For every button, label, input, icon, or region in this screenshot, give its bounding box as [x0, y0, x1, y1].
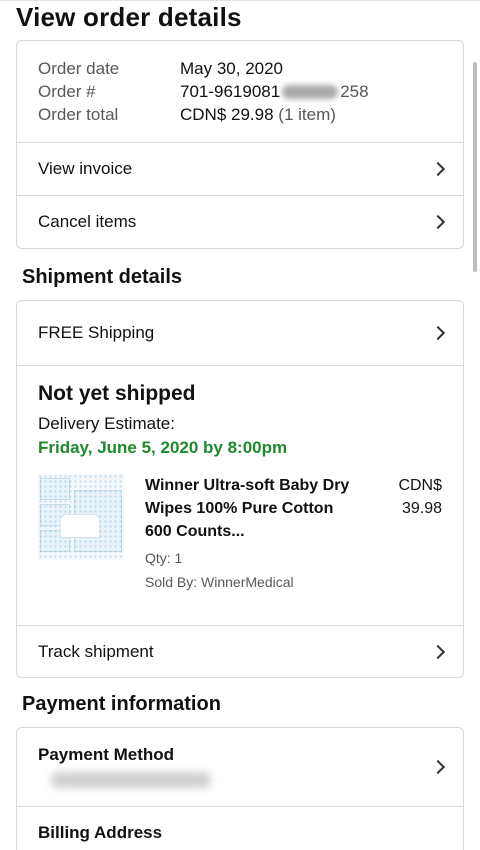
product-price-currency: CDN$: [398, 477, 442, 494]
payment-method-label: Payment Method: [38, 745, 175, 764]
free-shipping-row[interactable]: FREE Shipping: [17, 301, 463, 365]
order-number-prefix: 701-9619081: [180, 81, 281, 101]
product-qty: Qty: 1: [145, 550, 183, 566]
payment-method-row[interactable]: Payment Method: [17, 728, 463, 806]
product-title[interactable]: Winner Ultra-soft Baby Dry Wipes 100% Pu…: [145, 474, 355, 543]
order-number-suffix: 258: [340, 81, 369, 101]
track-shipment-row[interactable]: Track shipment: [17, 625, 463, 677]
order-date-label: Order date: [38, 58, 120, 78]
chevron-right-icon: [430, 161, 446, 177]
order-info: Order date May 30, 2020 Order # 701-9619…: [17, 41, 463, 142]
image-tissue: [60, 514, 100, 538]
redacted-blur: [51, 772, 211, 788]
view-invoice-row[interactable]: View invoice: [17, 142, 463, 195]
billing-address-row[interactable]: Billing Address: [17, 806, 463, 846]
order-number-line: Order # 701-9619081 258: [38, 80, 463, 103]
order-date-line: Order date May 30, 2020: [38, 57, 463, 80]
chevron-right-icon: [430, 644, 446, 659]
billing-address-label: Billing Address: [38, 823, 163, 842]
shipment-card: FREE Shipping Not yet shipped Delivery E…: [16, 300, 464, 678]
order-number-value: 701-9619081 258: [180, 82, 369, 102]
product-price: CDN$ 39.98: [382, 474, 442, 520]
order-summary-card: Order date May 30, 2020 Order # 701-9619…: [16, 40, 464, 249]
shipment-status-block: Not yet shipped Delivery Estimate: Frida…: [17, 365, 463, 625]
product-price-value: 39.98: [401, 500, 442, 517]
track-shipment-label: Track shipment: [38, 641, 154, 661]
order-total-value: CDN$ 29.98 (1 item): [180, 105, 336, 125]
scrollbar[interactable]: [473, 62, 477, 272]
cancel-items-row[interactable]: Cancel items: [17, 195, 463, 248]
chevron-right-icon: [430, 325, 446, 341]
product-seller: Sold By: WinnerMedical: [145, 574, 294, 590]
top-divider: [0, 0, 480, 1]
product-item[interactable]: Winner Ultra-soft Baby Dry Wipes 100% Pu…: [38, 474, 442, 594]
shipment-status: Not yet shipped: [38, 382, 196, 405]
payment-card: Payment Method Billing Address: [16, 727, 464, 850]
order-total-line: Order total CDN$ 29.98 (1 item): [38, 103, 463, 126]
cancel-items-label: Cancel items: [38, 212, 137, 231]
free-shipping-label: FREE Shipping: [38, 323, 155, 342]
order-date-value: May 30, 2020: [180, 58, 284, 78]
shipment-section-title: Shipment details: [22, 266, 183, 288]
order-total-items: (1 item): [278, 104, 336, 124]
payment-section-title: Payment information: [22, 693, 221, 715]
order-number-label: Order #: [38, 81, 96, 101]
chevron-right-icon: [430, 214, 446, 230]
order-total-amount: CDN$ 29.98: [180, 104, 274, 124]
page-title: View order details: [16, 2, 242, 32]
redacted-blur: [282, 85, 339, 100]
product-image[interactable]: [38, 474, 124, 560]
delivery-estimate-label: Delivery Estimate:: [38, 414, 175, 433]
delivery-estimate-date: Friday, June 5, 2020 by 8:00pm: [38, 438, 288, 457]
chevron-right-icon: [430, 759, 446, 775]
view-invoice-label: View invoice: [38, 159, 133, 178]
order-total-label: Order total: [38, 104, 119, 124]
